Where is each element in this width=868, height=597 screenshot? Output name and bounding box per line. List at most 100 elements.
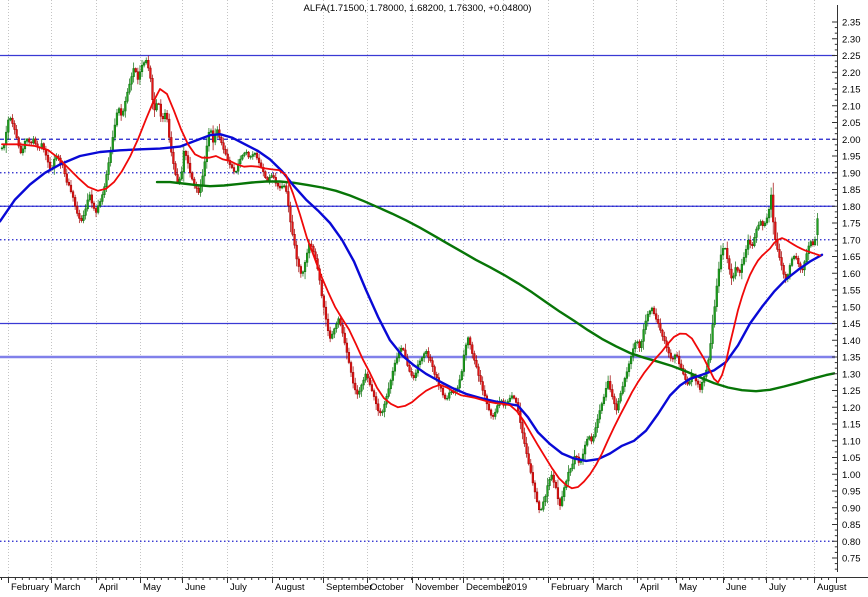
candle-body: [186, 155, 190, 164]
candle-body: [609, 381, 612, 390]
y-axis-label: 0.85: [842, 520, 861, 531]
candle-body: [615, 403, 618, 411]
candle-body: [732, 275, 735, 279]
candle-body: [471, 344, 474, 354]
candle-body: [525, 443, 528, 454]
candle-body: [598, 410, 601, 420]
candle-body: [489, 409, 493, 416]
candle-body: [84, 208, 87, 216]
terminal-chart-window: 2.35 2.30 2.25 2.20 2.15 2.10 2.05 2.00 1.95 1.90…: [0, 0, 868, 597]
candle-body: [554, 481, 557, 488]
candle-body: [320, 279, 323, 297]
candle-body: [11, 117, 14, 124]
candle-body: [481, 381, 484, 391]
candle-body: [402, 347, 405, 351]
candle-body: [673, 354, 677, 360]
candle-body: [383, 403, 386, 412]
candle-body: [747, 240, 750, 250]
x-axis-month-label: February: [11, 582, 49, 593]
candle-body: [86, 199, 89, 210]
y-axis-label: 2.15: [842, 85, 861, 96]
candle-body: [136, 71, 139, 80]
candle-body: [28, 138, 31, 143]
candle-body: [291, 221, 294, 235]
y-axis-label: 0.75: [842, 554, 861, 565]
candle-body: [669, 352, 672, 359]
candle-body: [638, 341, 641, 348]
candle-body: [372, 390, 376, 397]
candle-body: [128, 83, 131, 93]
candle-body: [71, 191, 75, 198]
candle-body: [721, 248, 725, 256]
price-chart[interactable]: 2.35 2.30 2.25 2.20 2.15 2.10 2.05 2.00 1.95 1.90…: [0, 0, 868, 597]
candle-body: [563, 487, 566, 497]
candle-body: [90, 194, 93, 204]
candle-body: [343, 332, 346, 344]
candle-body: [272, 175, 275, 178]
candle-body: [0, 147, 4, 150]
candle-body: [561, 496, 564, 506]
candle-body: [322, 295, 325, 308]
candle-body: [801, 268, 804, 271]
y-axis-label: 1.85: [842, 185, 861, 196]
candle-body: [675, 354, 679, 357]
candle-body: [701, 382, 704, 390]
y-axis-label: 1.00: [842, 470, 861, 481]
candle-body: [9, 117, 12, 121]
candle-body: [289, 205, 292, 223]
x-axis-month-label: September: [326, 582, 372, 593]
candle-body: [176, 174, 179, 183]
candle-body: [523, 432, 526, 444]
candle-body: [462, 354, 465, 372]
candle-body: [324, 306, 328, 320]
candle-body: [130, 76, 133, 85]
candle-body: [678, 355, 681, 365]
candle-body: [443, 394, 447, 399]
y-axis-label: 2.10: [842, 101, 861, 112]
candle-body: [744, 249, 748, 258]
candle-body: [423, 353, 426, 358]
candle-body: [546, 485, 549, 497]
candle-body: [584, 444, 587, 455]
candle-body: [661, 329, 664, 337]
candle-body: [170, 137, 173, 153]
candle-body: [395, 357, 399, 364]
candle-body: [742, 257, 746, 265]
candle-body: [515, 398, 518, 403]
candle-body: [163, 112, 167, 120]
candle-body: [299, 266, 302, 274]
candle-body: [667, 347, 670, 354]
chart-title: ALFA(1.71500, 1.78000, 1.68200, 1.76300,…: [303, 3, 532, 14]
candle-body: [197, 188, 200, 193]
candle-body: [780, 257, 783, 266]
candle-body: [611, 389, 614, 397]
candle-body: [684, 373, 687, 380]
candle-body: [387, 388, 390, 397]
candle-body: [734, 267, 737, 277]
y-axis-label: 0.95: [842, 487, 861, 498]
x-axis-month-label: June: [185, 582, 206, 593]
candle-body: [492, 415, 495, 417]
candle-body: [34, 138, 37, 145]
candle-body: [636, 341, 639, 343]
candle-body: [793, 256, 796, 260]
candle-body: [458, 379, 461, 389]
y-axis-label: 1.20: [842, 403, 861, 414]
candle-body: [575, 456, 578, 458]
candle-body: [331, 333, 334, 339]
candle-body: [613, 396, 616, 405]
y-axis-label: 2.35: [842, 18, 861, 29]
candle-body: [276, 182, 279, 187]
x-axis-month-label: May: [679, 582, 697, 593]
x-axis-month-label: April: [99, 582, 118, 593]
candle-body: [377, 403, 380, 412]
y-axis-label: 1.10: [842, 436, 861, 447]
candle-body: [767, 209, 771, 219]
candle-body: [464, 344, 468, 356]
y-axis-label: 2.20: [842, 68, 861, 79]
candle-body: [751, 244, 754, 246]
candle-body: [483, 390, 486, 397]
candle-body: [184, 151, 188, 156]
candle-body: [352, 372, 355, 384]
candle-body: [542, 501, 545, 510]
